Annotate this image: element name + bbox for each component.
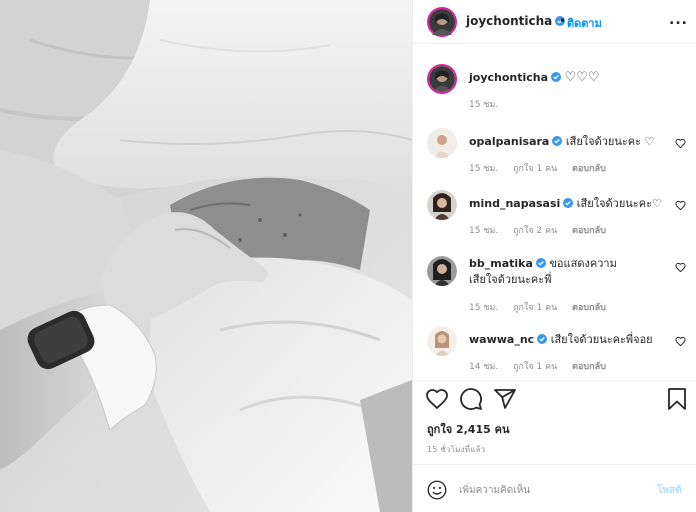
action-bar [413,380,696,416]
caption-meta: 15 ชม. [469,97,510,111]
comment-time: 15 ชม. [469,164,499,174]
author-username[interactable]: joychonticha [466,14,566,28]
comment-likes[interactable]: ถูกใจ 2 คน [513,226,557,236]
comment-username[interactable]: bb_matika [469,257,533,270]
comment-time: 15 ชม. [469,303,499,313]
commenter-avatar[interactable] [427,256,457,286]
caption-text-row: joychonticha ♡♡♡ [469,70,673,86]
caption-text: ♡♡♡ [564,70,600,85]
verified-badge-icon [535,258,546,268]
share-icon[interactable] [493,387,517,411]
avatar-photo [427,326,457,356]
comment-icon[interactable] [459,387,483,411]
reply-button[interactable]: ตอบกลับ [572,362,606,372]
heart-icon[interactable] [675,262,686,273]
avatar-photo [427,190,457,220]
caption-time: 15 ชม. [469,100,499,110]
verified-badge-icon [537,334,548,344]
verified-badge-icon [551,72,562,82]
reply-button[interactable]: ตอบกลับ [572,226,606,236]
comment-text-row: bb_matika ขอแสดงความเสียใจด้วยนะคะพี่ [469,256,629,288]
add-comment-bar: โพสต์ [413,464,696,512]
comment-text: เสียใจด้วยนะคะพี่จอย [550,333,653,346]
reply-button[interactable]: ตอบกลับ [572,303,606,313]
comment-username[interactable]: wawwa_nc [469,333,534,346]
post-photo[interactable] [0,0,412,512]
comment-text-row: opalpanisara เสียใจด้วยนะคะ ♡ [469,134,673,150]
avatar-photo [429,9,455,35]
likes-count[interactable]: ถูกใจ 2,415 คน [427,420,509,438]
heart-icon[interactable] [675,200,686,211]
heart-icon[interactable] [675,336,686,347]
comment-likes[interactable]: ถูกใจ 1 คน [513,362,557,372]
caption-username[interactable]: joychonticha [469,71,548,84]
avatar-photo [429,66,455,92]
comment-text: เสียใจด้วยนะคะ ♡ [565,135,655,148]
commenter-avatar[interactable] [427,190,457,220]
comment-text: เสียใจด้วยนะคะ♡ [576,197,662,210]
verified-badge-icon [552,136,563,146]
comment-likes[interactable]: ถูกใจ 1 คน [513,164,557,174]
avatar-photo [427,128,457,158]
post-timestamp[interactable]: 15 ชั่วโมงที่แล้ว [427,443,485,456]
follow-button[interactable]: ติดตาม [567,14,602,32]
more-options-icon[interactable]: ... [669,12,688,28]
comment-text-row: wawwa_nc เสียใจด้วยนะคะพี่จอย [469,332,673,348]
comment-time: 14 ชม. [469,362,499,372]
comment-meta: 15 ชม. ถูกใจ 1 คน ตอบกลับ [469,300,618,314]
emoji-icon[interactable] [427,480,447,500]
comment-username[interactable]: mind_napasasi [469,197,560,210]
separator-dot: • [559,14,567,28]
comment-text-row: mind_napasasi เสียใจด้วยนะคะ♡ [469,196,673,212]
bookmark-icon[interactable] [665,387,689,411]
comment-username[interactable]: opalpanisara [469,135,549,148]
hands-photo-illustration [0,0,412,512]
author-avatar[interactable] [427,7,457,37]
comment-time: 15 ชม. [469,226,499,236]
comment-meta: 14 ชม. ถูกใจ 1 คน ตอบกลับ [469,359,618,373]
heart-icon[interactable] [675,138,686,149]
reply-button[interactable]: ตอบกลับ [572,164,606,174]
comment-likes[interactable]: ถูกใจ 1 คน [513,303,557,313]
avatar-photo [427,256,457,286]
commenter-avatar[interactable] [427,128,457,158]
comments-list[interactable]: joychonticha ♡♡♡ 15 ชม. opalpanisara เสี… [413,44,696,374]
comment-input[interactable] [459,479,649,501]
post-comment-button[interactable]: โพสต์ [657,483,682,498]
comment-meta: 15 ชม. ถูกใจ 2 คน ตอบกลับ [469,223,618,237]
verified-badge-icon [563,198,574,208]
author-username-text[interactable]: joychonticha [466,14,552,28]
caption-avatar[interactable] [427,64,457,94]
heart-icon[interactable] [425,387,449,411]
commenter-avatar[interactable] [427,326,457,356]
post-details-panel: joychonticha • ติดตาม ... joychonticha ♡… [412,0,696,512]
comment-meta: 15 ชม. ถูกใจ 1 คน ตอบกลับ [469,161,618,175]
post-header: joychonticha • ติดตาม ... [413,0,696,44]
